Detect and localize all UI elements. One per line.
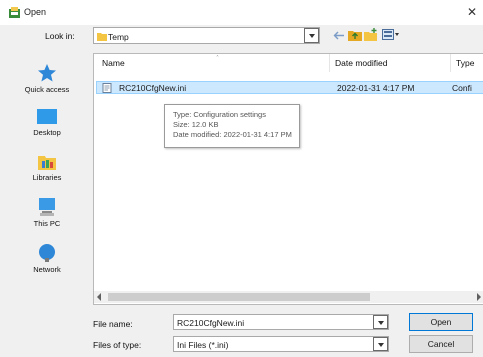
table-row[interactable]: RC210CfgNew.ini 2022-01-31 4:17 PM Confi — [96, 81, 483, 94]
column-header-type[interactable]: Type — [456, 54, 474, 72]
libraries-icon — [38, 156, 56, 170]
file-type-value: Ini Files (*.ini) — [177, 340, 229, 350]
star-icon — [38, 64, 56, 82]
tooltip-type: Type: Configuration settings — [173, 110, 266, 119]
tooltip-size: Size: 12.0 KB — [173, 120, 219, 129]
window-title: Open — [24, 7, 47, 17]
file-type-cell: Confi — [452, 83, 472, 93]
scroll-right-icon[interactable] — [477, 293, 481, 301]
file-name-dropdown-arrow[interactable] — [373, 315, 388, 329]
place-network[interactable]: Network — [6, 243, 88, 274]
look-in-combo[interactable]: Temp — [93, 27, 320, 44]
file-type-dropdown-arrow[interactable] — [373, 337, 388, 351]
column-separator[interactable] — [329, 54, 330, 72]
column-header-date[interactable]: Date modified — [335, 54, 387, 72]
scrollbar-thumb[interactable] — [108, 293, 370, 301]
open-dialog: Open ✕ Look in: Temp Quick access Deskto… — [0, 0, 483, 357]
folder-icon — [97, 33, 107, 41]
place-label: Libraries — [32, 173, 62, 182]
place-desktop[interactable]: Desktop — [6, 108, 88, 137]
chevron-down-icon — [378, 321, 384, 325]
sort-indicator-icon: ˄ — [216, 55, 219, 62]
open-button-label: Open — [430, 317, 452, 327]
app-icon — [9, 7, 20, 18]
file-tooltip: Type: Configuration settings Size: 12.0 … — [164, 104, 300, 148]
chevron-down-icon — [378, 343, 384, 347]
new-folder-icon[interactable] — [364, 28, 378, 41]
file-name-label: File name: — [93, 319, 133, 329]
place-label: Desktop — [33, 128, 61, 137]
tooltip-date: Date modified: 2022-01-31 4:17 PM — [173, 130, 292, 139]
scroll-left-icon[interactable] — [97, 293, 101, 301]
place-quick-access[interactable]: Quick access — [6, 63, 88, 94]
place-label: This PC — [33, 219, 61, 228]
place-this-pc[interactable]: This PC — [6, 197, 88, 228]
back-arrow-icon[interactable] — [333, 31, 345, 40]
config-file-icon — [102, 83, 112, 93]
column-header-name[interactable]: Name — [102, 54, 125, 72]
computer-icon — [39, 198, 55, 216]
cancel-button-label: Cancel — [427, 339, 455, 349]
places-bar: Quick access Desktop Libraries This PC N… — [6, 50, 88, 330]
file-name-input[interactable]: RC210CfgNew.ini — [173, 314, 389, 330]
file-name-cell: RC210CfgNew.ini — [119, 83, 187, 93]
place-label: Network — [33, 265, 61, 274]
title-bar: Open ✕ — [0, 0, 483, 25]
file-date-cell: 2022-01-31 4:17 PM — [337, 83, 415, 93]
chevron-down-icon — [309, 34, 315, 38]
view-menu-icon[interactable] — [382, 29, 400, 40]
file-type-select[interactable]: Ini Files (*.ini) — [173, 336, 389, 352]
look-in-dropdown-arrow[interactable] — [304, 28, 319, 43]
open-button[interactable]: Open — [409, 313, 473, 331]
network-icon — [39, 244, 55, 262]
look-in-label: Look in: — [45, 31, 75, 41]
up-folder-icon[interactable] — [348, 28, 362, 41]
close-icon[interactable]: ✕ — [467, 5, 477, 19]
desktop-icon — [37, 109, 57, 124]
cancel-button[interactable]: Cancel — [409, 335, 473, 353]
file-list[interactable]: Name ˄ Date modified Type RC210CfgNew.in… — [93, 53, 483, 305]
column-separator[interactable] — [450, 54, 451, 72]
place-libraries[interactable]: Libraries — [6, 153, 88, 182]
file-name-value: RC210CfgNew.ini — [177, 318, 245, 328]
place-label: Quick access — [24, 85, 70, 94]
horizontal-scrollbar[interactable] — [94, 291, 483, 303]
file-type-label: Files of type: — [93, 340, 142, 350]
look-in-value: Temp — [108, 32, 129, 42]
